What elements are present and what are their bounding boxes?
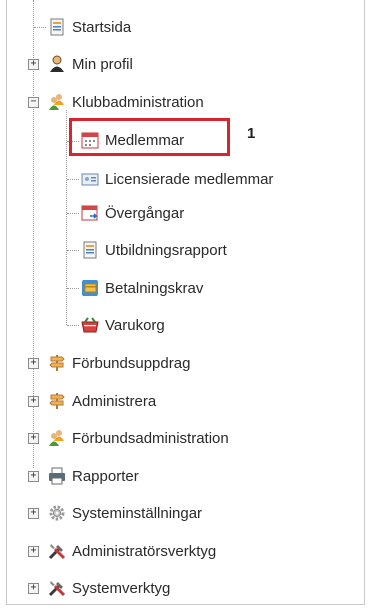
tree-item-label: Varukorg (105, 316, 165, 334)
tree-item-administrera[interactable]: Administrera (48, 390, 156, 412)
tree-connector (67, 250, 79, 251)
expand-button[interactable]: + (28, 546, 39, 557)
tree-item-label: Systemverktyg (72, 579, 171, 597)
tree-item-varukorg[interactable]: Varukorg (81, 314, 165, 336)
expand-button[interactable]: + (28, 59, 39, 70)
tree-connector (67, 179, 79, 180)
tree-item-forbundsuppdrag[interactable]: Förbundsuppdrag (48, 352, 190, 374)
tree-item-overgangar[interactable]: Övergångar (81, 202, 184, 224)
signpost-icon (49, 355, 65, 371)
tree-item-label: Startsida (72, 18, 132, 36)
tree-item-forbundsadministration[interactable]: Förbundsadministration (48, 427, 229, 449)
tree-item-betalningskrav[interactable]: Betalningskrav (81, 277, 203, 299)
tree-item-label: Övergångar (105, 204, 185, 222)
navigation-tree: + − + + + + + + + Startsida Min profil K… (0, 0, 370, 609)
tree-item-label: Administratörsverktyg (72, 542, 217, 560)
gear-icon (49, 505, 65, 521)
tree-item-utbildningsrapport[interactable]: Utbildningsrapport (81, 239, 227, 261)
printer-icon (49, 467, 65, 485)
group-icon (49, 430, 64, 446)
cart-icon (81, 317, 99, 333)
expand-button[interactable]: + (28, 471, 39, 482)
collapse-button[interactable]: − (28, 97, 39, 108)
tree-item-label: Utbildningsrapport (105, 241, 227, 259)
report-icon (83, 241, 97, 259)
tree-connector (67, 288, 79, 289)
tree-item-label: Förbundsadministration (72, 429, 229, 447)
tree-item-label: Klubbadministration (72, 93, 204, 111)
tree-item-label: Licensierade medlemmar (105, 170, 274, 188)
id-card-icon (81, 173, 99, 186)
tree-item-systemverktyg[interactable]: Systemverktyg (48, 577, 170, 599)
tree-connector (67, 213, 79, 214)
group-icon (49, 94, 64, 110)
annotation-marker: 1 (247, 125, 256, 142)
tree-item-min-profil[interactable]: Min profil (48, 53, 133, 75)
tools-icon (48, 581, 66, 597)
page-icon (50, 18, 64, 36)
expand-button[interactable]: + (28, 583, 39, 594)
tree-item-rapporter[interactable]: Rapporter (48, 465, 139, 487)
tree-item-label: Systeminställningar (72, 504, 203, 522)
tree-item-administratorsverktyg[interactable]: Administratörsverktyg (48, 540, 216, 562)
expand-button[interactable]: + (28, 396, 39, 407)
tools-icon (48, 544, 66, 560)
tree-item-label: Rapporter (72, 467, 139, 485)
tree-connector (67, 325, 79, 326)
tree-item-label: Min profil (72, 55, 133, 73)
tree-item-label: Administrera (72, 392, 157, 410)
tree-item-licensierade-medlemmar[interactable]: Licensierade medlemmar (81, 168, 273, 190)
expand-button[interactable]: + (28, 433, 39, 444)
tree-item-label: Förbundsuppdrag (72, 354, 191, 372)
calendar-transfer-icon (81, 205, 98, 221)
highlight-box (69, 118, 230, 156)
user-icon (50, 55, 64, 72)
payment-icon (82, 280, 98, 296)
tree-item-systeminstallningar[interactable]: Systeminställningar (48, 502, 202, 524)
tree-item-startsida[interactable]: Startsida (48, 16, 131, 38)
tree-item-label: Betalningskrav (105, 279, 204, 297)
tree-item-klubbadministration[interactable]: Klubbadministration (48, 91, 204, 113)
expand-button[interactable]: + (28, 508, 39, 519)
signpost-icon (49, 393, 65, 409)
tree-connector (34, 27, 46, 28)
expand-button[interactable]: + (28, 358, 39, 369)
tree-connector (66, 110, 67, 325)
